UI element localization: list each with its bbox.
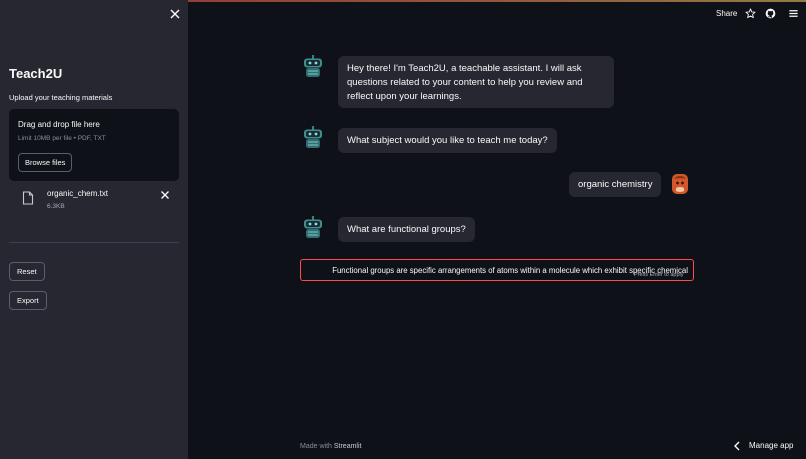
bot-avatar-icon (304, 55, 322, 77)
chevron-left-icon[interactable] (733, 441, 741, 451)
dropzone-title: Drag and drop file here (18, 120, 100, 129)
user-avatar-icon (672, 174, 688, 194)
bot-avatar-icon (304, 216, 322, 238)
footer-made-with[interactable]: Made with Streamlit (300, 443, 361, 450)
user-message: organic chemistry (569, 172, 662, 197)
browse-files-button[interactable]: Browse files (18, 153, 73, 172)
press-enter-hint: Press Enter to apply (634, 272, 684, 278)
github-icon[interactable] (765, 8, 776, 19)
file-name: organic_chem.txt (47, 189, 108, 198)
file-size: 6.3KB (47, 203, 65, 210)
sidebar: Teach2U Upload your teaching materials D… (0, 0, 188, 459)
sidebar-divider (9, 242, 179, 243)
manage-app-button[interactable]: Manage app (749, 441, 793, 450)
uploaded-file: organic_chem.txt 6.3KB (20, 186, 172, 214)
assistant-message: What are functional groups? (338, 217, 475, 242)
assistant-message: What subject would you like to teach me … (338, 128, 557, 153)
file-dropzone[interactable]: Drag and drop file here Limit 10MB per f… (9, 109, 179, 181)
share-button[interactable]: Share (716, 9, 737, 18)
menu-icon[interactable] (788, 8, 799, 19)
file-icon (22, 191, 34, 205)
made-with-text: Made with (300, 443, 332, 450)
app-title: Teach2U (9, 66, 63, 81)
assistant-message: Hey there! I'm Teach2U, a teachable assi… (338, 56, 614, 108)
reset-button[interactable]: Reset (9, 262, 45, 281)
streamlit-link[interactable]: Streamlit (334, 443, 362, 450)
star-icon[interactable] (745, 8, 756, 19)
export-button[interactable]: Export (9, 291, 47, 310)
close-sidebar-icon[interactable] (168, 7, 182, 21)
upload-label: Upload your teaching materials (9, 93, 113, 102)
remove-file-icon[interactable] (160, 190, 170, 200)
dropzone-limit: Limit 10MB per file • PDF, TXT (18, 135, 106, 142)
bot-avatar-icon (304, 126, 322, 148)
